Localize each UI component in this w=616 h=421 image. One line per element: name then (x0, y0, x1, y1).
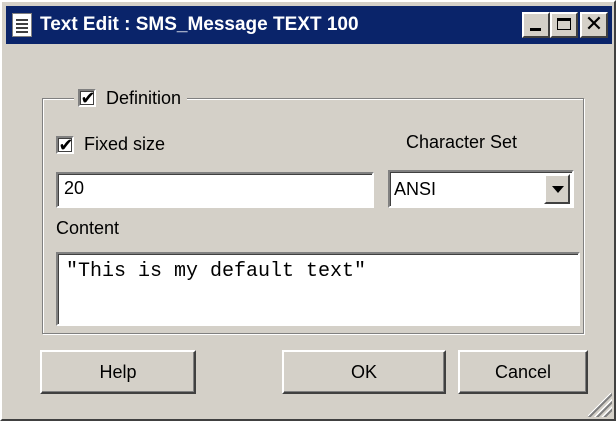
character-set-select[interactable]: ANSI (388, 170, 574, 208)
dialog-window: Text Edit : SMS_Message TEXT 100 ✕ ✔ Def… (0, 0, 616, 421)
resize-grip-icon[interactable] (588, 393, 612, 417)
close-button[interactable]: ✕ (580, 11, 608, 38)
fixed-size-checkbox[interactable]: ✔ (56, 134, 74, 155)
window-controls: ✕ (522, 11, 608, 38)
checkmark-icon: ✔ (58, 134, 74, 155)
help-button[interactable]: Help (40, 350, 196, 394)
minimize-icon (530, 28, 541, 31)
maximize-button[interactable] (550, 12, 578, 38)
cancel-button[interactable]: Cancel (458, 350, 588, 394)
close-icon: ✕ (584, 11, 604, 36)
chevron-down-icon[interactable] (544, 174, 570, 204)
checkmark-icon: ✔ (80, 88, 96, 108)
title-bar[interactable]: Text Edit : SMS_Message TEXT 100 ✕ (6, 6, 612, 44)
content-label: Content (56, 218, 120, 238)
definition-checkbox[interactable]: ✔ (78, 88, 96, 108)
definition-label: Definition (106, 87, 182, 108)
content-textarea[interactable]: "This is my default text" (56, 252, 580, 326)
character-set-value: ANSI (394, 178, 437, 199)
definition-legend: ✔ Definition (74, 84, 188, 112)
text-document-icon[interactable] (12, 13, 32, 37)
fixed-size-row: ✔ Fixed size (56, 134, 165, 155)
character-set-label: Character Set (406, 132, 518, 152)
minimize-button[interactable] (522, 12, 550, 38)
window-title: Text Edit : SMS_Message TEXT 100 (40, 14, 359, 35)
fixed-size-label: Fixed size (84, 134, 166, 154)
ok-button[interactable]: OK (282, 350, 446, 394)
size-input[interactable]: 20 (56, 172, 374, 208)
maximize-icon (557, 18, 571, 30)
